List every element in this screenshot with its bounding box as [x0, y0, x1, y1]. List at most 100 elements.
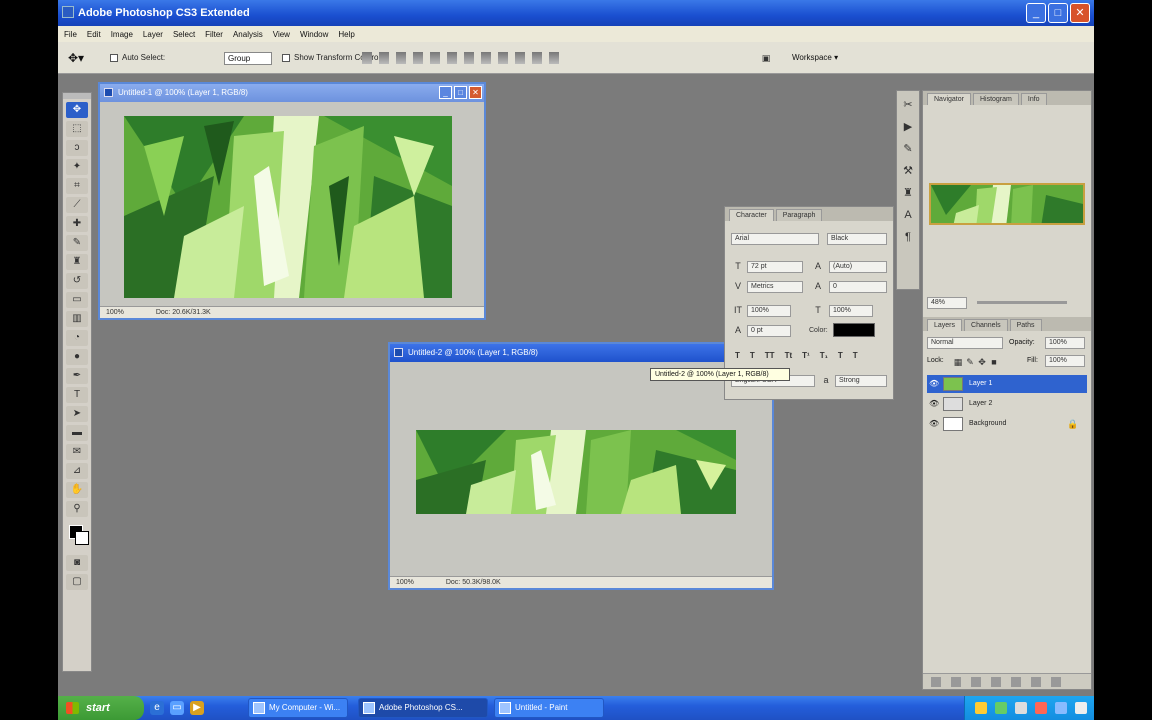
underline-button[interactable]: T: [838, 351, 843, 360]
paragraph-panel-icon[interactable]: ¶: [900, 229, 916, 245]
menu-window[interactable]: Window: [300, 30, 328, 39]
distribute-right-icon[interactable]: [549, 52, 559, 64]
crop-tool-icon[interactable]: ⌗: [66, 178, 88, 194]
show-desktop-icon[interactable]: ▭: [170, 701, 184, 715]
quick-mask-icon[interactable]: ◙: [66, 555, 88, 571]
link-layers-icon[interactable]: [931, 677, 941, 687]
font-family-select[interactable]: Arial: [731, 233, 819, 245]
clone-stamp-tool-icon[interactable]: ♜: [66, 254, 88, 270]
brushes-panel-icon[interactable]: ✎: [900, 141, 916, 157]
layer-name[interactable]: Background: [969, 415, 1006, 433]
tray-icon-3[interactable]: [1015, 702, 1027, 714]
visibility-eye-icon[interactable]: 👁: [929, 379, 939, 389]
navigator-zoom-field[interactable]: 48%: [927, 297, 967, 309]
tab-paths[interactable]: Paths: [1009, 319, 1042, 331]
align-top-icon[interactable]: [362, 52, 372, 64]
lasso-tool-icon[interactable]: ↄ: [66, 140, 88, 156]
move-tool-icon[interactable]: ✥: [66, 102, 88, 118]
start-button[interactable]: start: [58, 696, 144, 720]
document-1-maximize-button[interactable]: □: [454, 86, 467, 99]
ie-icon[interactable]: e: [150, 701, 164, 715]
align-right-icon[interactable]: [447, 52, 457, 64]
adjustment-layer-icon[interactable]: [991, 677, 1001, 687]
navigator-thumbnail[interactable]: [929, 183, 1085, 225]
auto-select-checkbox[interactable]: [110, 54, 118, 62]
distribute-bottom-icon[interactable]: [498, 52, 508, 64]
background-color-swatch[interactable]: [75, 531, 89, 545]
tab-character[interactable]: Character: [729, 209, 774, 221]
lock-all-icon[interactable]: ■: [989, 357, 999, 367]
tab-info[interactable]: Info: [1020, 93, 1047, 105]
history-brush-tool-icon[interactable]: ↺: [66, 273, 88, 289]
faux-bold-button[interactable]: T: [735, 351, 740, 360]
visibility-eye-icon[interactable]: 👁: [929, 399, 939, 409]
menu-layer[interactable]: Layer: [143, 30, 163, 39]
tracking-field[interactable]: 0: [829, 281, 887, 293]
menu-edit[interactable]: Edit: [87, 30, 101, 39]
new-group-icon[interactable]: [1011, 677, 1021, 687]
align-hcenter-icon[interactable]: [430, 52, 440, 64]
slice-tool-icon[interactable]: ⟋: [66, 197, 88, 213]
document-2-canvas[interactable]: [416, 430, 736, 514]
type-tool-icon[interactable]: T: [66, 387, 88, 403]
tray-icon-4[interactable]: [1035, 702, 1047, 714]
vertical-scale-field[interactable]: 100%: [747, 305, 791, 317]
distribute-top-icon[interactable]: [464, 52, 474, 64]
tab-paragraph[interactable]: Paragraph: [775, 209, 823, 221]
tab-channels[interactable]: Channels: [964, 319, 1008, 331]
lock-position-icon[interactable]: ✥: [977, 357, 987, 367]
taskbar-item-photoshop[interactable]: Adobe Photoshop CS...: [358, 698, 488, 718]
layer-row[interactable]: 👁 Background 🔒: [927, 415, 1087, 433]
menu-image[interactable]: Image: [111, 30, 133, 39]
document-1-doc-size[interactable]: Doc: 20.6K/31.3K: [156, 309, 211, 316]
character-panel-icon[interactable]: A: [900, 207, 916, 223]
workspace-menu[interactable]: Workspace ▾: [792, 53, 838, 62]
tool-presets-icon[interactable]: ⚒: [900, 163, 916, 179]
navigator-zoom-slider[interactable]: [977, 301, 1067, 304]
document-2-doc-size[interactable]: Doc: 50.3K/98.0K: [446, 579, 501, 586]
layer-name[interactable]: Layer 1: [969, 375, 992, 393]
document-1-close-button[interactable]: ✕: [469, 86, 482, 99]
document-2-titlebar[interactable]: Untitled-2 @ 100% (Layer 1, RGB/8) _ □ ✕: [390, 344, 772, 362]
clone-source-icon[interactable]: ♜: [900, 185, 916, 201]
minimize-button[interactable]: _: [1026, 3, 1046, 23]
align-left-icon[interactable]: [413, 52, 423, 64]
font-style-select[interactable]: Black: [827, 233, 887, 245]
font-size-field[interactable]: 72 pt: [747, 261, 803, 273]
distribute-hcenter-icon[interactable]: [532, 52, 542, 64]
menu-select[interactable]: Select: [173, 30, 195, 39]
shape-tool-icon[interactable]: ▬: [66, 425, 88, 441]
screen-mode-icon[interactable]: ▢: [66, 574, 88, 590]
document-2-zoom[interactable]: 100%: [396, 579, 414, 586]
new-layer-icon[interactable]: [1031, 677, 1041, 687]
tab-navigator[interactable]: Navigator: [927, 93, 971, 105]
layer-mask-icon[interactable]: [971, 677, 981, 687]
zoom-tool-icon[interactable]: ⚲: [66, 501, 88, 517]
close-button[interactable]: ✕: [1070, 3, 1090, 23]
document-1-canvas[interactable]: [124, 116, 452, 298]
kerning-field[interactable]: Metrics: [747, 281, 803, 293]
text-color-swatch[interactable]: [833, 323, 875, 337]
fill-field[interactable]: 100%: [1045, 355, 1085, 367]
small-caps-button[interactable]: Tt: [785, 351, 793, 360]
document-1-titlebar[interactable]: Untitled-1 @ 100% (Layer 1, RGB/8) _ □ ✕: [100, 84, 484, 102]
tray-icon-2[interactable]: [995, 702, 1007, 714]
marquee-tool-icon[interactable]: ⬚: [66, 121, 88, 137]
eyedropper-tool-icon[interactable]: ⊿: [66, 463, 88, 479]
path-selection-tool-icon[interactable]: ➤: [66, 406, 88, 422]
hand-tool-icon[interactable]: ✋: [66, 482, 88, 498]
healing-brush-tool-icon[interactable]: ✚: [66, 216, 88, 232]
app-titlebar[interactable]: Adobe Photoshop CS3 Extended _ □ ✕: [58, 0, 1094, 26]
brush-tool-icon[interactable]: ✎: [66, 235, 88, 251]
delete-layer-icon[interactable]: [1051, 677, 1061, 687]
document-window-1[interactable]: Untitled-1 @ 100% (Layer 1, RGB/8) _ □ ✕: [98, 82, 486, 320]
blur-tool-icon[interactable]: ◔: [66, 330, 88, 346]
document-1-minimize-button[interactable]: _: [439, 86, 452, 99]
menu-view[interactable]: View: [273, 30, 290, 39]
menu-help[interactable]: Help: [338, 30, 354, 39]
layer-row[interactable]: 👁 Layer 1: [927, 375, 1087, 393]
tab-histogram[interactable]: Histogram: [972, 93, 1019, 105]
distribute-vcenter-icon[interactable]: [481, 52, 491, 64]
menu-file[interactable]: File: [64, 30, 77, 39]
tray-icon-5[interactable]: [1055, 702, 1067, 714]
